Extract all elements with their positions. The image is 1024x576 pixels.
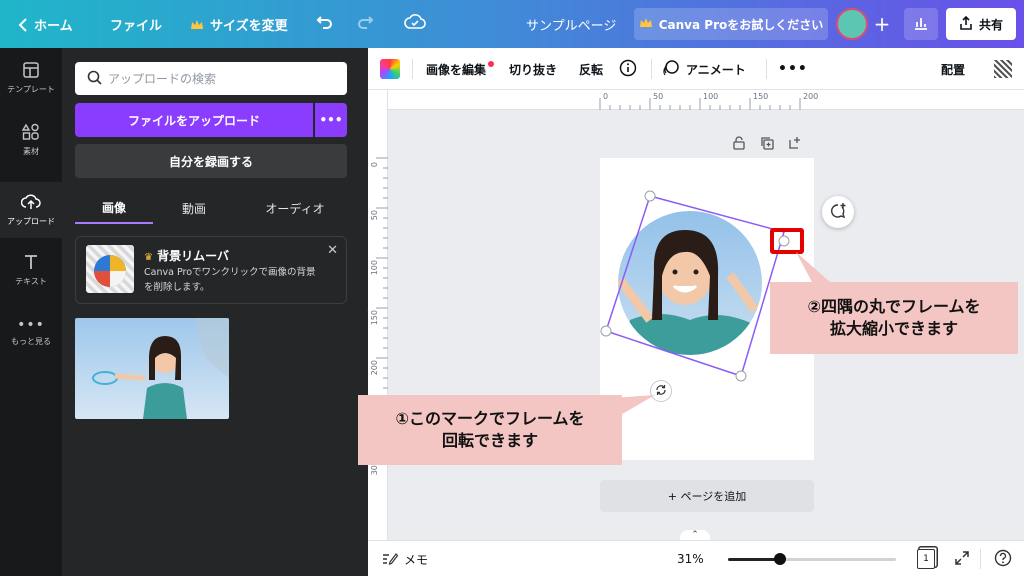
callout-line: 拡大縮小できます <box>829 319 958 338</box>
zoom-slider-fill <box>728 558 781 561</box>
page-count-button[interactable]: 1 <box>917 541 935 576</box>
zoom-slider[interactable] <box>728 553 896 565</box>
callout-line: 回転できます <box>441 431 538 450</box>
expand-icon <box>954 550 970 569</box>
pages-icon: 1 <box>917 549 935 569</box>
resize-instruction-callout: ②四隅の丸でフレームを 拡大縮小できます <box>770 282 1018 354</box>
callout-line: ①このマークでフレームを <box>395 409 585 428</box>
rotate-instruction-callout: ①このマークでフレームを 回転できます <box>358 395 622 465</box>
add-page-button[interactable]: + ページを追加 <box>600 480 814 512</box>
zoom-slider-knob[interactable] <box>774 553 787 565</box>
bottom-bar: メモ 31% 1 <box>368 540 1024 576</box>
zoom-percent[interactable]: 31% <box>677 541 704 576</box>
notes-button[interactable]: メモ <box>382 541 428 576</box>
callout-line: ②四隅の丸でフレームを <box>807 297 981 316</box>
fullscreen-button[interactable] <box>954 541 970 576</box>
notes-pencil-icon <box>382 551 399 568</box>
help-button[interactable] <box>994 541 1012 576</box>
notes-label: メモ <box>404 552 429 567</box>
help-icon <box>994 549 1012 570</box>
